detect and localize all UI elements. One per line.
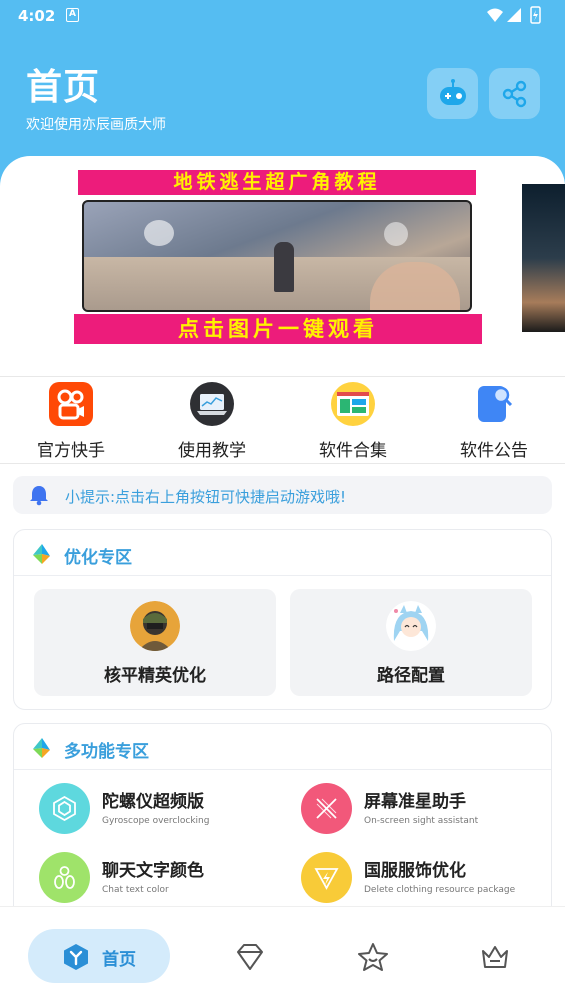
quick-menu-tutorial[interactable]: 使用教学 (157, 380, 267, 461)
banner-next-slide[interactable] (522, 184, 565, 332)
path-config-button[interactable]: 路径配置 (290, 589, 532, 696)
feature-subtitle: Delete clothing resource package (364, 885, 516, 895)
bottom-nav: 首页 (0, 906, 565, 1004)
divider (0, 463, 565, 464)
app-collection-icon (331, 382, 375, 426)
home-cube-icon (64, 944, 88, 970)
bell-icon (30, 486, 48, 506)
tip-bar: 小提示:点击右上角按钮可快捷启动游戏哦! (13, 476, 552, 514)
quick-menu-label: 软件合集 (319, 441, 387, 461)
feature-title: 屏幕准星助手 (364, 792, 466, 812)
nav-home-tab[interactable]: 首页 (28, 929, 170, 983)
clothing-optimize-button[interactable]: 国服服饰优化 Delete clothing resource package (301, 852, 551, 908)
peace-elite-optimize-button[interactable]: 核平精英优化 (34, 589, 276, 696)
hexagon-icon (39, 783, 90, 834)
banner-bottom-text: 点击图片一键观看 (74, 314, 482, 344)
option-label: 核平精英优化 (104, 666, 206, 686)
crown-icon[interactable] (479, 941, 511, 973)
feature-title: 聊天文字颜色 (102, 861, 204, 881)
notification-icon: A (66, 8, 79, 22)
share-icon (502, 80, 527, 108)
launch-game-button[interactable] (427, 68, 478, 119)
peace-elite-avatar (130, 601, 180, 651)
announcement-icon (478, 386, 513, 422)
section-title: 优化专区 (64, 548, 132, 568)
feature-title: 陀螺仪超频版 (102, 792, 204, 812)
game-controller-icon (440, 79, 466, 105)
quick-menu-announcement[interactable]: 软件公告 (439, 380, 549, 461)
gyroscope-overclock-button[interactable]: 陀螺仪超频版 Gyroscope overclocking (39, 783, 289, 839)
sight-assistant-button[interactable]: 屏幕准星助手 On-screen sight assistant (301, 783, 551, 839)
star-icon[interactable] (357, 941, 389, 973)
anime-girl-avatar (386, 601, 436, 651)
optimize-section: 优化专区 核平精英优化 路径配置 (13, 529, 552, 710)
feature-title: 国服服饰优化 (364, 861, 466, 881)
nav-home-label: 首页 (102, 950, 136, 970)
wifi-icon (487, 8, 503, 22)
laptop-tutorial-icon (190, 382, 234, 426)
chat-text-color-button[interactable]: 聊天文字颜色 Chat text color (39, 852, 289, 908)
signal-icon (507, 8, 521, 22)
banner-image (82, 200, 472, 312)
status-bar: 4:02 A (0, 0, 565, 32)
quick-menu-kuaishou[interactable]: 官方快手 (16, 380, 126, 461)
palette-icon (39, 852, 90, 903)
divider (0, 376, 565, 377)
section-title: 多功能专区 (64, 742, 149, 762)
section-logo-icon (33, 544, 50, 564)
section-header: 多功能专区 (14, 724, 551, 770)
quick-menu-label: 使用教学 (178, 441, 246, 461)
feature-subtitle: Chat text color (102, 885, 169, 895)
quick-menu-label: 官方快手 (37, 441, 105, 461)
page-title: 首页 (26, 67, 101, 108)
share-button[interactable] (489, 68, 540, 119)
feature-subtitle: Gyroscope overclocking (102, 816, 210, 826)
banner-carousel[interactable]: 地铁逃生超广角教程 点击图片一键观看 (72, 168, 482, 344)
quick-menu-collection[interactable]: 软件合集 (298, 380, 408, 461)
crosshair-icon (301, 783, 352, 834)
quick-menu-label: 软件公告 (460, 441, 528, 461)
page-subtitle: 欢迎使用亦辰画质大师 (26, 117, 166, 133)
kuaishou-icon (49, 382, 93, 426)
feature-subtitle: On-screen sight assistant (364, 816, 479, 826)
status-time: 4:02 (18, 7, 56, 25)
tip-text: 小提示:点击右上角按钮可快捷启动游戏哦! (65, 488, 347, 506)
multi-function-section: 多功能专区 陀螺仪超频版 Gyroscope overclocking 屏幕准星… (13, 723, 552, 923)
option-label: 路径配置 (377, 666, 445, 686)
lightning-icon (301, 852, 352, 903)
banner-top-text: 地铁逃生超广角教程 (78, 170, 476, 195)
diamond-icon[interactable] (234, 941, 266, 973)
section-logo-icon (33, 738, 50, 758)
section-header: 优化专区 (14, 530, 551, 576)
status-icons (485, 6, 549, 26)
